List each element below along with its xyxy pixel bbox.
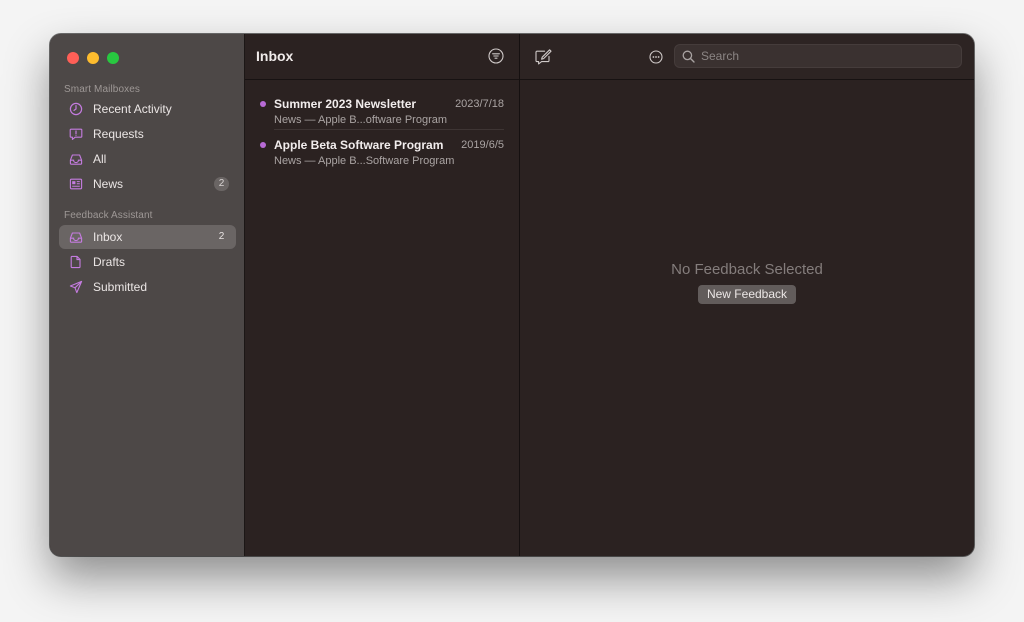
- section-title-feedback-assistant: Feedback Assistant: [64, 210, 153, 221]
- section-title-smart-mailboxes: Smart Mailboxes: [64, 84, 140, 95]
- window-controls: [67, 52, 119, 64]
- speech-bubble-icon: [69, 127, 83, 141]
- list-item[interactable]: Summer 2023 Newsletter 2023/7/18 News — …: [245, 90, 519, 130]
- mailbox-title: Inbox: [256, 48, 294, 64]
- sidebar-item-inbox[interactable]: Inbox 2: [59, 225, 236, 249]
- sidebar-item-label: Recent Activity: [93, 102, 172, 116]
- search-field[interactable]: [674, 44, 962, 68]
- list-header: Inbox: [245, 34, 519, 80]
- sidebar-item-label: Requests: [93, 127, 144, 141]
- sidebar-item-recent-activity[interactable]: Recent Activity: [59, 97, 236, 121]
- list-separator: [274, 129, 504, 130]
- search-icon: [682, 50, 695, 63]
- message-subject: Summer 2023 Newsletter: [274, 97, 417, 111]
- sidebar-item-label: Submitted: [93, 280, 148, 294]
- tray-icon: [69, 230, 83, 244]
- compose-icon[interactable]: [534, 48, 552, 66]
- sidebar-item-drafts[interactable]: Drafts: [59, 250, 236, 274]
- clock-icon: [69, 102, 83, 116]
- message-preview: News — Apple B...Software Program: [274, 155, 455, 167]
- tray-icon: [69, 152, 83, 166]
- sidebar: Smart Mailboxes Recent Activity Requests…: [50, 34, 245, 556]
- empty-state-title: No Feedback Selected: [671, 261, 823, 278]
- detail-pane: No Feedback Selected New Feedback: [520, 34, 974, 556]
- toolbar: [520, 34, 974, 80]
- sidebar-item-news[interactable]: News 2: [59, 172, 236, 196]
- app-window: Smart Mailboxes Recent Activity Requests…: [50, 34, 974, 556]
- unread-dot-icon: [260, 101, 266, 107]
- close-window-button[interactable]: [67, 52, 79, 64]
- sidebar-item-all[interactable]: All: [59, 147, 236, 171]
- sidebar-item-label: Drafts: [93, 255, 126, 269]
- zoom-window-button[interactable]: [107, 52, 119, 64]
- document-icon: [69, 255, 83, 269]
- sidebar-item-submitted[interactable]: Submitted: [59, 275, 236, 299]
- message-list-pane: Inbox Summer 2023 Newsletter 2023/7/18 N…: [245, 34, 520, 556]
- filter-icon[interactable]: [488, 48, 504, 64]
- message-subject: Apple Beta Software Program: [274, 138, 444, 152]
- sidebar-item-label: Inbox: [93, 230, 123, 244]
- unread-count-badge: 2: [214, 177, 229, 191]
- list-item[interactable]: Apple Beta Software Program 2019/6/5 New…: [245, 131, 519, 171]
- message-date: 2023/7/18: [455, 98, 504, 110]
- sidebar-item-label: All: [93, 152, 107, 166]
- paper-plane-icon: [69, 280, 83, 294]
- message-preview: News — Apple B...oftware Program: [274, 114, 448, 126]
- sidebar-item-requests[interactable]: Requests: [59, 122, 236, 146]
- minimize-window-button[interactable]: [87, 52, 99, 64]
- sidebar-item-label: News: [93, 177, 124, 191]
- message-date: 2019/6/5: [461, 139, 504, 151]
- more-options-icon[interactable]: [649, 50, 663, 64]
- unread-count-badge: 2: [218, 231, 225, 242]
- unread-dot-icon: [260, 142, 266, 148]
- newspaper-icon: [69, 177, 83, 191]
- search-input[interactable]: [701, 49, 941, 63]
- new-feedback-button[interactable]: New Feedback: [698, 285, 796, 304]
